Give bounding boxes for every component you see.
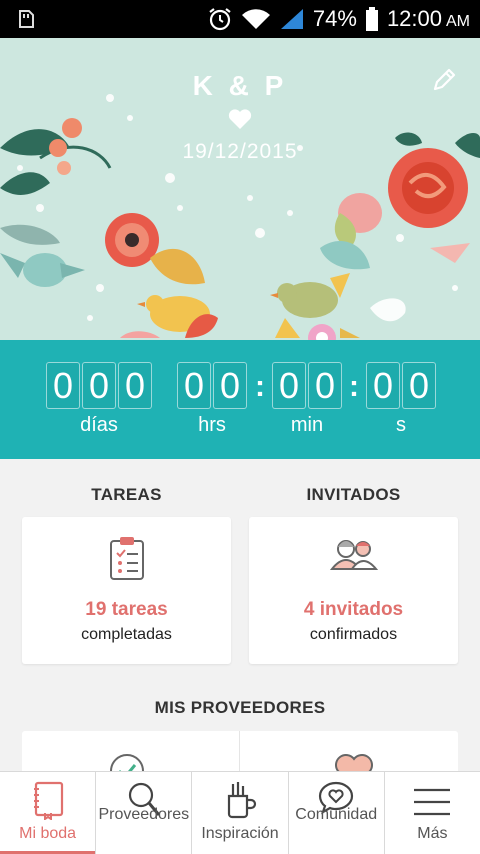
clipboard-checklist-icon [109, 537, 144, 580]
digit: 0 [308, 362, 342, 409]
alarm-icon [209, 8, 231, 31]
days-digits: 0 0 0 [46, 362, 152, 409]
hours-digits: 0 0 [177, 362, 247, 409]
sd-card-icon [19, 10, 34, 28]
nav-proveedores[interactable]: Proveedores [95, 772, 191, 854]
nav-label: Más [417, 825, 448, 842]
heart-icon [228, 109, 252, 129]
clock-time: 12:00 [386, 6, 442, 31]
digit: 0 [402, 362, 436, 409]
wedding-book-icon [33, 781, 63, 820]
tasks-title: TAREAS [91, 485, 162, 504]
digit: 0 [366, 362, 400, 409]
signal-icon [280, 9, 303, 29]
wifi-icon [241, 9, 270, 29]
digit: 0 [46, 362, 80, 409]
battery-percent: 74% [312, 6, 357, 31]
bottom-navigation: Mi boda Proveedores Inspiración Comunida… [0, 771, 480, 854]
wedding-countdown: 0 0 0 0 0 : 0 0 : 0 0 días hrs min s [0, 340, 480, 459]
nav-mas[interactable]: Más [383, 772, 480, 854]
clock-ampm: AM [446, 12, 470, 30]
guests-title: INVITADOS [306, 485, 401, 504]
tasks-status: completadas [81, 626, 172, 643]
tasks-card[interactable]: 19 tareas completadas [22, 517, 231, 664]
nav-label: Mi boda [19, 825, 77, 842]
nav-inspiracion[interactable]: Inspiración [191, 772, 287, 854]
tasks-count: 19 tareas [85, 599, 168, 620]
minutes-digits: 0 0 [272, 362, 342, 409]
digit: 0 [82, 362, 116, 409]
nav-label: Proveedores [98, 806, 190, 823]
digit: 0 [272, 362, 306, 409]
days-label: días [80, 414, 118, 436]
couple-names: K & P [192, 70, 288, 101]
digit: 0 [177, 362, 211, 409]
time-separator: : [255, 370, 265, 403]
time-separator: : [349, 370, 359, 403]
minutes-label: min [290, 414, 324, 436]
nav-mi-boda[interactable]: Mi boda [0, 772, 96, 854]
guests-count: 4 invitados [303, 599, 404, 620]
guests-card[interactable]: 4 invitados confirmados [249, 517, 458, 664]
couple-people-icon [329, 540, 378, 570]
menu-icon [414, 788, 451, 816]
nav-label: Comunidad [295, 806, 378, 823]
nav-label: Inspiración [201, 825, 279, 842]
nav-comunidad[interactable]: Comunidad [287, 772, 384, 854]
brushes-cup-icon [227, 782, 257, 819]
wedding-date: 19/12/2015 [182, 140, 298, 163]
vendors-title: MIS PROVEEDORES [154, 698, 326, 717]
wedding-header: K & P 19/12/2015 [0, 38, 480, 340]
digit: 0 [118, 362, 152, 409]
digit: 0 [213, 362, 247, 409]
guests-status: confirmados [309, 626, 398, 643]
battery-icon [365, 7, 378, 31]
seconds-digits: 0 0 [366, 362, 436, 409]
hours-label: hrs [198, 414, 226, 436]
status-bar: 74% 12:00 AM [0, 0, 480, 38]
edit-pencil-icon[interactable] [430, 66, 458, 94]
seconds-label: s [396, 414, 406, 436]
